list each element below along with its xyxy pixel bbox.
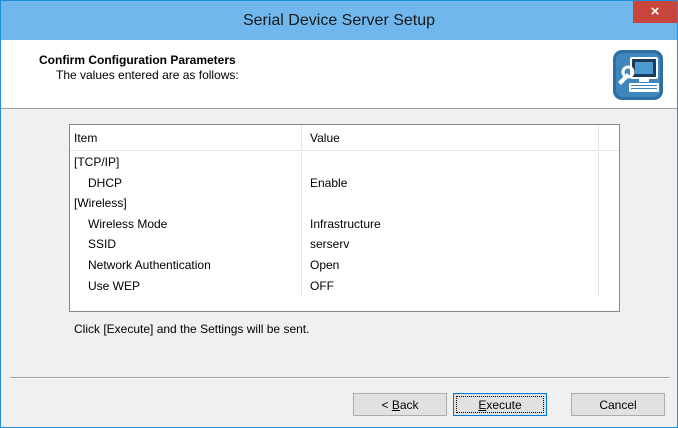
column-header-item[interactable]: Item: [70, 125, 302, 150]
setup-dialog: Serial Device Server Setup × Confirm Con…: [0, 0, 678, 428]
back-label-rest: ack: [399, 398, 419, 412]
table-row[interactable]: Network Authentication Open: [70, 254, 619, 276]
column-label-value: Value: [310, 131, 340, 145]
row-item: [TCP/IP]: [74, 155, 120, 169]
parameters-list[interactable]: Item Value [TCP/IP] DHCP Enable [Wireles…: [69, 124, 620, 312]
column-divider: [301, 152, 302, 173]
column-divider: [301, 172, 302, 194]
back-button[interactable]: < Back: [353, 393, 447, 416]
row-value: OFF: [310, 278, 334, 293]
back-prefix: <: [381, 398, 392, 412]
row-item: SSID: [88, 237, 117, 252]
info-text: Click [Execute] and the Settings will be…: [74, 322, 310, 336]
column-divider: [598, 193, 599, 214]
column-divider: [301, 234, 302, 255]
row-value: serserv: [310, 237, 350, 252]
close-icon: ×: [650, 3, 660, 20]
column-divider: [598, 152, 599, 173]
footer-divider: [10, 377, 670, 379]
cancel-button[interactable]: Cancel: [571, 393, 665, 416]
computer-settings-icon: [613, 50, 663, 100]
column-divider: [598, 172, 599, 194]
execute-label-rest: xecute: [486, 398, 522, 412]
page-title: Confirm Configuration Parameters: [39, 53, 236, 67]
column-label-item: Item: [74, 131, 98, 145]
title-bar[interactable]: Serial Device Server Setup ×: [1, 1, 677, 40]
execute-button[interactable]: Execute: [453, 393, 547, 416]
row-value: Infrastructure: [310, 216, 381, 231]
column-divider: [598, 234, 599, 255]
back-accelerator: B: [391, 398, 400, 412]
column-divider: [598, 275, 599, 297]
row-value: Open: [310, 257, 340, 272]
column-divider: [301, 193, 302, 214]
row-item: Wireless Mode: [88, 216, 168, 231]
table-row[interactable]: [TCP/IP]: [70, 152, 619, 173]
row-item: Use WEP: [88, 278, 141, 293]
table-row[interactable]: Use WEP OFF: [70, 275, 619, 297]
cancel-button-label: Cancel: [599, 398, 637, 412]
column-divider: [301, 254, 302, 276]
column-divider: [598, 213, 599, 235]
row-item: DHCP: [88, 175, 123, 190]
execute-button-label: Execute: [478, 398, 521, 412]
table-row[interactable]: DHCP Enable: [70, 172, 619, 194]
back-button-label: < Back: [381, 398, 418, 412]
wizard-header: Confirm Configuration Parameters The val…: [1, 40, 677, 109]
list-body: [TCP/IP] DHCP Enable [Wireless] Wireless…: [70, 152, 619, 297]
table-row[interactable]: Wireless Mode Infrastructure: [70, 213, 619, 235]
close-button[interactable]: ×: [633, 1, 677, 23]
column-divider: [301, 275, 302, 297]
page-subtitle: The values entered are as follows:: [56, 68, 239, 82]
row-value: Enable: [310, 175, 348, 190]
column-divider: [598, 254, 599, 276]
column-header-value[interactable]: Value: [302, 125, 599, 150]
table-row[interactable]: SSID serserv: [70, 234, 619, 255]
row-item: Network Authentication: [88, 257, 211, 272]
column-divider: [301, 213, 302, 235]
row-item: [Wireless]: [74, 196, 127, 211]
window-title: Serial Device Server Setup: [242, 12, 436, 29]
table-row[interactable]: [Wireless]: [70, 193, 619, 214]
list-header: Item Value: [70, 125, 619, 151]
